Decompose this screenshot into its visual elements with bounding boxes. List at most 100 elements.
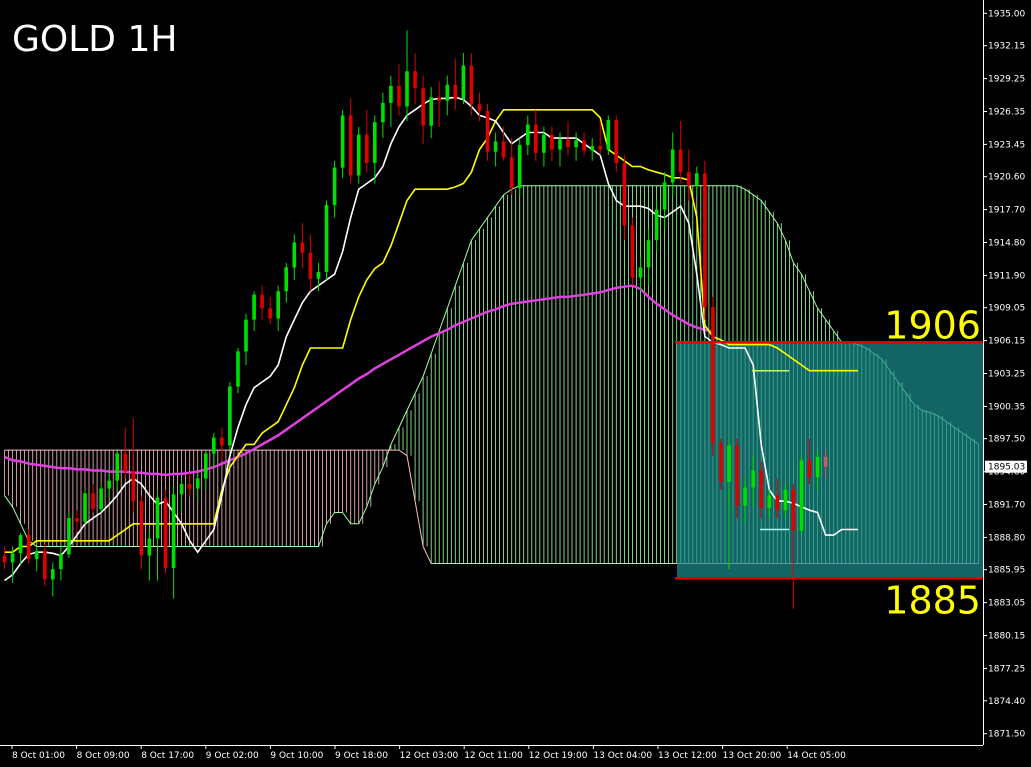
candle-body xyxy=(308,252,313,279)
candle-body xyxy=(598,146,602,150)
candle-body xyxy=(324,205,329,272)
candle-body xyxy=(260,294,264,309)
range-zone xyxy=(677,342,983,579)
candle-body xyxy=(163,497,168,568)
y-tick-label: 1917.70 xyxy=(988,206,1025,216)
candle-body xyxy=(123,453,128,472)
x-tick-label: 12 Oct 11:00 xyxy=(464,751,523,761)
candle-body xyxy=(389,85,393,103)
candle-body xyxy=(469,65,474,105)
y-tick-label: 1935.00 xyxy=(988,9,1025,19)
candle-body xyxy=(397,85,401,107)
x-tick-label: 13 Oct 04:00 xyxy=(593,751,652,761)
candle-body xyxy=(373,122,377,163)
candle-body xyxy=(18,535,23,554)
candle-body xyxy=(437,97,441,101)
candle-body xyxy=(582,140,586,151)
y-tick-label: 1877.25 xyxy=(988,664,1025,674)
candle-body xyxy=(719,443,723,482)
x-tick-label: 9 Oct 10:00 xyxy=(270,751,323,761)
candle-body xyxy=(26,535,31,559)
candle-body xyxy=(381,103,385,123)
y-tick-label: 1909.05 xyxy=(988,304,1025,314)
y-tick-label: 1906.15 xyxy=(988,337,1025,347)
candle-body xyxy=(107,480,111,489)
y-tick-label: 1911.90 xyxy=(988,271,1025,281)
candle-body xyxy=(501,141,506,158)
candle-body xyxy=(727,445,731,482)
y-tick-label: 1897.50 xyxy=(988,435,1025,445)
candle-body xyxy=(276,291,280,319)
candle-body xyxy=(807,460,812,478)
candle-body xyxy=(348,115,353,176)
candle-body xyxy=(365,134,369,164)
candle-body xyxy=(195,478,200,489)
candle-body xyxy=(99,488,103,509)
candle-body xyxy=(509,157,514,188)
candle-body xyxy=(252,294,256,320)
candle-body xyxy=(34,551,39,559)
candle-body xyxy=(775,495,780,511)
candle-body xyxy=(783,489,788,511)
candle-body xyxy=(590,146,594,151)
candle-body xyxy=(574,140,578,148)
candle-body xyxy=(131,471,136,502)
candle-body xyxy=(823,456,828,467)
candle-body xyxy=(453,84,458,100)
x-tick-label: 13 Oct 20:00 xyxy=(723,751,782,761)
candle-body xyxy=(670,149,675,183)
candle-body xyxy=(179,484,184,495)
candle-body xyxy=(171,494,176,568)
candle-body xyxy=(630,225,635,278)
range-zone-fill xyxy=(677,342,983,579)
candle-body xyxy=(743,487,747,506)
candle-body xyxy=(815,456,820,478)
candle-body xyxy=(662,182,667,210)
candle-body xyxy=(67,518,71,555)
candle-body xyxy=(59,554,63,570)
candle-body xyxy=(493,141,498,152)
candle-body xyxy=(477,104,482,111)
current-price-label: 1895.03 xyxy=(988,463,1025,473)
chart-title: GOLD 1H xyxy=(12,19,177,60)
candle-body xyxy=(51,569,55,580)
candle-body xyxy=(356,134,361,176)
y-tick-label: 1923.45 xyxy=(988,140,1025,150)
candle-body xyxy=(228,386,232,446)
candle-body xyxy=(791,489,796,531)
x-tick-label: 13 Oct 12:00 xyxy=(658,751,717,761)
level-label-1906: 1906 xyxy=(884,303,981,347)
candle-body xyxy=(139,501,144,556)
candle-body xyxy=(300,242,305,253)
candle-body xyxy=(654,209,659,241)
candle-body xyxy=(413,71,417,89)
candle-body xyxy=(566,139,570,148)
candle-body xyxy=(735,445,739,506)
y-tick-label: 1883.05 xyxy=(988,599,1025,609)
y-tick-label: 1926.35 xyxy=(988,108,1025,118)
candle-body xyxy=(155,497,160,539)
y-tick-label: 1888.80 xyxy=(988,533,1025,543)
candle-body xyxy=(421,88,425,126)
candle-body xyxy=(2,555,7,563)
x-tick-label: 12 Oct 03:00 xyxy=(400,751,459,761)
y-tick-label: 1871.50 xyxy=(988,730,1025,740)
candle-body xyxy=(43,551,47,580)
x-tick-label: 9 Oct 02:00 xyxy=(206,751,259,761)
candle-body xyxy=(75,518,79,522)
candle-body xyxy=(614,120,619,164)
candle-body xyxy=(703,173,707,308)
candle-body xyxy=(550,134,554,150)
candle-body xyxy=(187,484,192,489)
candle-body xyxy=(212,437,216,454)
candle-body xyxy=(558,139,562,150)
gold-1h-chart: 1906 1885 1935.00 1932.15 1929.25 1926.35 192… xyxy=(0,0,1031,767)
candle-body xyxy=(405,71,409,107)
candle-body xyxy=(606,120,611,150)
candle-body xyxy=(220,437,224,446)
candle-body xyxy=(91,493,95,510)
candle-body xyxy=(695,173,699,186)
candle-body xyxy=(646,240,651,268)
candle-body xyxy=(687,172,691,186)
y-tick-label: 1929.25 xyxy=(988,75,1025,85)
